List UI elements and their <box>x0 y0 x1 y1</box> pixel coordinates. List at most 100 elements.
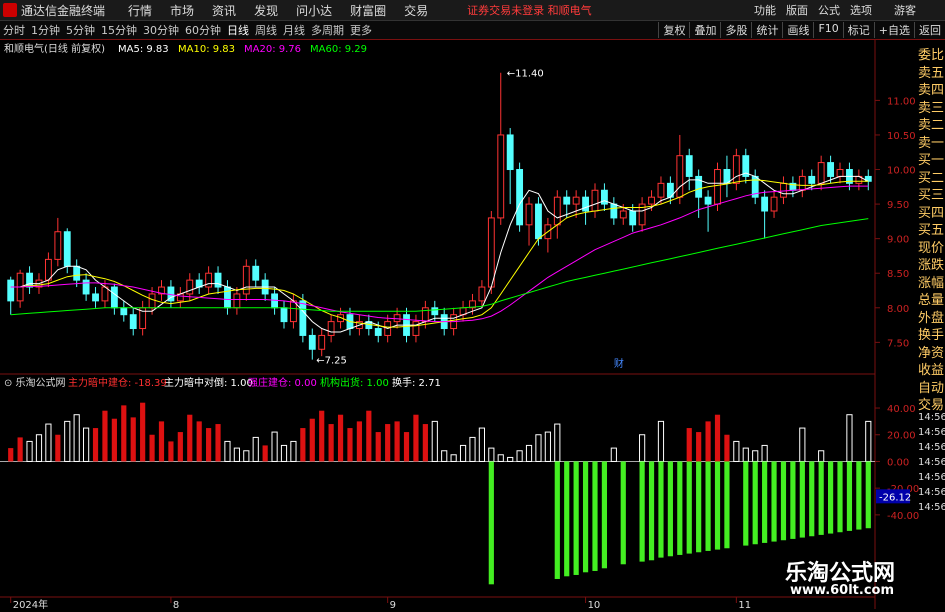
low-price-label: ←7.25 <box>316 356 347 367</box>
ind-red-bar <box>705 421 711 462</box>
watermark-url: www.60lt.com <box>790 583 895 598</box>
candle-body <box>610 203 618 219</box>
ind-red-bar <box>92 428 99 462</box>
ind-red-bar <box>337 414 344 462</box>
quote-field-22: 14:56 <box>918 426 945 438</box>
indicator-label-3: 机构出货: 1.00 <box>320 376 389 389</box>
login-warning: 证券交易未登录 和顺电气 <box>467 4 592 17</box>
period-60min[interactable]: 60分钟 <box>182 22 224 38</box>
menu-wenxiaoda[interactable]: 问小达 <box>296 2 332 19</box>
candle-body <box>591 189 599 212</box>
period-monthly[interactable]: 月线 <box>280 22 308 38</box>
quote-field-10: 买五 <box>918 223 945 237</box>
kline-chart-svg[interactable]: 11.00 10.50 10.00 9.50 9.00 8.50 8.00 7.50 40.00… <box>0 40 945 611</box>
menu-gongshi[interactable]: 公式 <box>815 2 843 18</box>
menu-caifuquan[interactable]: 财富圈 <box>350 2 386 19</box>
ind-green-bar <box>601 461 608 569</box>
quote-field-0: 委比 <box>918 48 945 62</box>
ind-white-bar <box>271 431 278 462</box>
menu-zixun[interactable]: 资讯 <box>212 2 236 19</box>
candle-body <box>308 334 316 350</box>
candle-body <box>704 196 712 205</box>
ind-red-bar <box>714 414 721 462</box>
candle-body <box>318 334 326 350</box>
candle-body <box>299 300 307 336</box>
menu-jiaoyi[interactable]: 交易 <box>404 2 428 19</box>
candle-body <box>648 196 655 205</box>
action-zixuan[interactable]: +自选 <box>873 22 914 38</box>
menu-hangqing[interactable]: 行情 <box>128 2 152 19</box>
ind-green-bar <box>686 461 692 554</box>
period-daily[interactable]: 日线 <box>224 22 252 38</box>
period-fenshi[interactable]: 分时 <box>0 22 28 38</box>
menu-banmian[interactable]: 版面 <box>783 2 811 18</box>
candle-body <box>92 293 99 302</box>
ind-red-bar <box>206 428 212 462</box>
chart-area[interactable]: 11.00 10.50 10.00 9.50 9.00 8.50 8.00 7.50 40.00… <box>0 40 945 611</box>
menu-faxian[interactable]: 发现 <box>254 2 278 19</box>
ind-white-bar <box>497 454 504 462</box>
ind-green-bar <box>620 461 626 565</box>
ind-green-bar <box>743 461 749 546</box>
period-30min[interactable]: 30分钟 <box>140 22 182 38</box>
ma-label-1: MA10: 9.83 <box>178 44 235 55</box>
ma-label-0: MA5: 9.83 <box>118 44 169 55</box>
indicator-label-2: 强庄建仓: 0.00 <box>248 376 317 389</box>
ind-white-bar <box>752 450 759 462</box>
action-diejia[interactable]: 叠加 <box>689 22 720 38</box>
action-duogu[interactable]: 多股 <box>720 22 751 38</box>
price-tick-label: 11.00 <box>887 96 916 107</box>
price-tick-label: 9.50 <box>887 200 909 211</box>
action-f10[interactable]: F10 <box>813 22 842 38</box>
quote-field-25: 14:56 <box>918 471 945 483</box>
ind-red-bar <box>356 421 362 462</box>
ind-white-bar <box>243 450 250 462</box>
period-1min[interactable]: 1分钟 <box>28 22 63 38</box>
menu-bar: 通达信金融终端 行情 市场 资讯 发现 问小达 财富圈 交易 证券交易未登录 和… <box>0 0 945 21</box>
ind-white-bar <box>554 423 561 462</box>
xaxis-label: 9 <box>390 600 396 609</box>
action-fuquan[interactable]: 复权 <box>658 22 689 38</box>
ind-white-bar <box>478 427 485 462</box>
menu-gongneng[interactable]: 功能 <box>751 2 779 18</box>
ma20-line <box>10 185 869 323</box>
action-fanhui[interactable]: 返回 <box>914 22 945 38</box>
ind-red-bar <box>111 418 117 462</box>
action-huaxian[interactable]: 画线 <box>782 22 813 38</box>
ind-white-bar <box>865 420 872 462</box>
ind-green-bar <box>752 461 758 545</box>
quote-field-6: 买一 <box>918 153 945 167</box>
menu-shichang[interactable]: 市场 <box>170 2 194 19</box>
candle-body <box>619 210 627 219</box>
ind-white-bar <box>516 450 523 462</box>
ind-green-bar <box>771 461 777 542</box>
candle-body <box>714 169 721 205</box>
price-tick-label: 10.00 <box>887 166 916 177</box>
candle-body <box>82 279 90 295</box>
candle-body <box>629 210 637 226</box>
action-tongji[interactable]: 统计 <box>751 22 782 38</box>
ind-green-bar <box>780 461 787 541</box>
period-multi[interactable]: 多周期 <box>308 22 347 38</box>
candle-body <box>63 231 71 267</box>
candle-body <box>412 321 420 336</box>
ind-white-bar <box>280 444 288 462</box>
ind-green-bar <box>705 461 711 551</box>
candle-body <box>582 196 589 212</box>
candle-body <box>129 314 137 330</box>
action-biaoji[interactable]: 标记 <box>842 22 874 38</box>
period-5min[interactable]: 5分钟 <box>63 22 98 38</box>
quote-field-12: 涨跌 <box>918 258 945 272</box>
menu-xuanxiang[interactable]: 选项 <box>847 2 875 18</box>
period-more[interactable]: 更多 <box>347 22 375 38</box>
quote-field-13: 涨幅 <box>918 275 945 290</box>
menu-youke[interactable]: 游客 <box>891 2 919 18</box>
quote-field-2: 卖四 <box>918 83 945 97</box>
period-weekly[interactable]: 周线 <box>252 22 280 38</box>
candle-body <box>506 134 514 171</box>
ind-tick-label: 20.00 <box>887 431 916 442</box>
ind-red-bar <box>187 414 193 462</box>
period-toolbar: 分时 1分钟 5分钟 15分钟 30分钟 60分钟 日线 周线 月线 多周期 更… <box>0 21 945 40</box>
period-15min[interactable]: 15分钟 <box>98 22 140 38</box>
candle-body <box>676 155 684 198</box>
